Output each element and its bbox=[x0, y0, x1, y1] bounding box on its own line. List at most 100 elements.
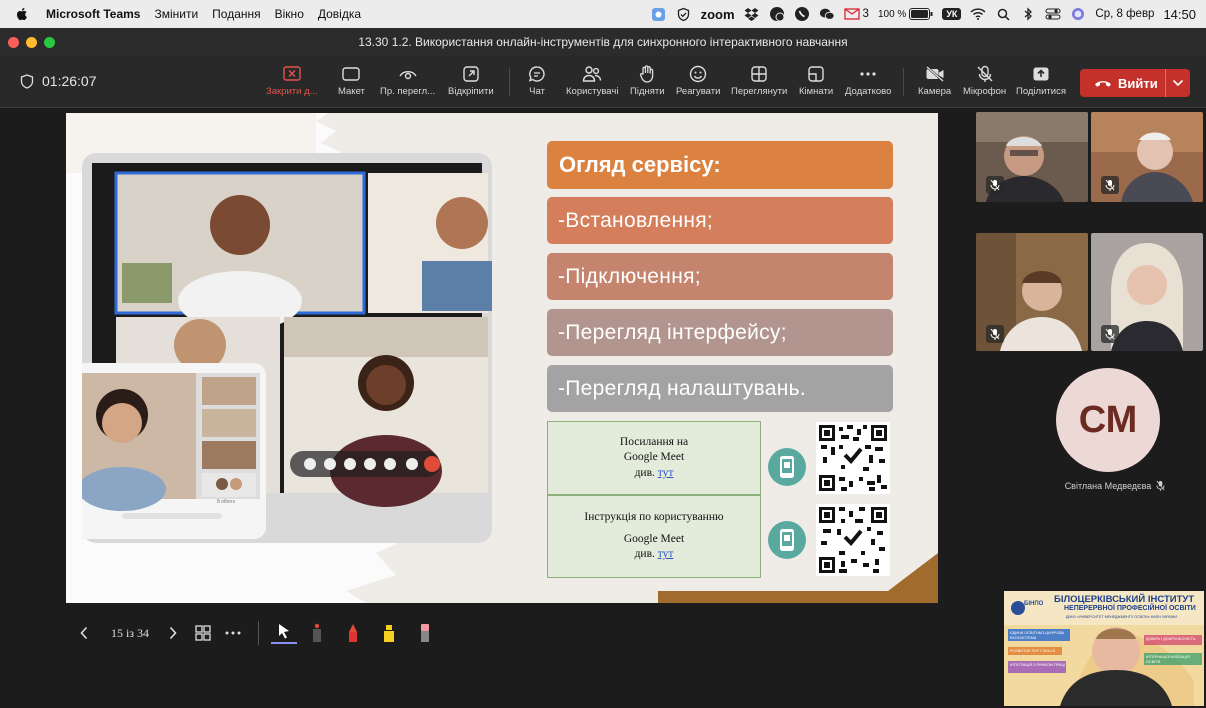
menu-help[interactable]: Довідка bbox=[318, 7, 361, 21]
menu-time[interactable]: 14:50 bbox=[1163, 7, 1196, 22]
siri-icon[interactable] bbox=[1070, 6, 1086, 22]
close-window-button[interactable] bbox=[8, 37, 19, 48]
mail-icon[interactable] bbox=[843, 6, 860, 22]
minimize-window-button[interactable] bbox=[26, 37, 37, 48]
layout-icon bbox=[342, 62, 361, 86]
chevron-right-icon bbox=[169, 626, 177, 640]
bluetooth-icon[interactable] bbox=[1020, 6, 1036, 22]
pointer-tool-button[interactable] bbox=[269, 618, 299, 648]
eraser-tool-button[interactable] bbox=[407, 623, 443, 643]
meet-link-box: Посилання на Google Meet див. тут bbox=[547, 421, 761, 495]
slide-grid-button[interactable] bbox=[188, 625, 218, 641]
toolbar-divider bbox=[903, 68, 904, 96]
viber-icon[interactable] bbox=[794, 6, 810, 22]
highlighter-icon bbox=[384, 625, 394, 642]
pen-icon bbox=[349, 624, 357, 642]
popout-icon bbox=[463, 62, 479, 86]
meet-link-line2: Google Meet bbox=[623, 451, 685, 464]
leave-options-button[interactable] bbox=[1166, 79, 1190, 87]
prev-slide-button[interactable] bbox=[66, 626, 102, 640]
banner-tag: ЄДИНА ОСВІТНЬО-ЦИФРОВА ЕКОСИСТЕМА bbox=[1010, 631, 1065, 640]
teams-window: Microsoft Teams Змінити Подання Вікно До… bbox=[0, 0, 1206, 708]
popout-button[interactable]: Відкріпити bbox=[448, 62, 494, 97]
rooms-icon bbox=[807, 62, 825, 86]
dropbox-icon[interactable] bbox=[744, 6, 760, 22]
pointer-active-underline bbox=[271, 641, 297, 644]
more-label: Додатково bbox=[845, 86, 892, 97]
raise-hand-icon bbox=[639, 62, 655, 86]
banner-tag: РОЗВИТОК SOFT SKILLS bbox=[1010, 649, 1056, 653]
wifi-icon[interactable] bbox=[970, 6, 986, 22]
zoom-status-label[interactable]: zoom bbox=[701, 7, 735, 22]
laser-pointer-tool-button[interactable] bbox=[299, 623, 335, 643]
participant-tile[interactable] bbox=[976, 112, 1088, 202]
slide-more-button[interactable] bbox=[218, 631, 248, 635]
shared-slide: 8 others Огляд сервісу: -Встановлення; -… bbox=[66, 113, 938, 603]
slide-corner-decoration bbox=[658, 553, 938, 603]
react-label: Реагувати bbox=[676, 86, 721, 97]
spotlight-search-icon[interactable] bbox=[995, 6, 1011, 22]
layout-button[interactable]: Макет bbox=[338, 62, 365, 97]
leave-button[interactable]: Вийти bbox=[1080, 69, 1190, 97]
participant-avatar[interactable]: СМ bbox=[1056, 368, 1160, 472]
more-icon bbox=[225, 631, 241, 635]
smartphone-icon bbox=[780, 456, 794, 478]
chat-button[interactable]: Чат bbox=[528, 62, 546, 97]
menu-status-area: zoom 3 100 % УК Ср, 8 февр 14:50 bbox=[651, 0, 1196, 28]
pen-tool-button[interactable] bbox=[335, 623, 371, 643]
zoom-window-button[interactable] bbox=[44, 37, 55, 48]
stop-sharing-button[interactable]: Закрити д... bbox=[266, 62, 318, 97]
participant-tile[interactable] bbox=[976, 233, 1088, 351]
muted-mic-badge bbox=[986, 325, 1004, 343]
microphone-button[interactable]: Мікрофон bbox=[963, 62, 1006, 97]
meeting-title: 13.30 1.2. Використання онлайн-інструмен… bbox=[358, 35, 848, 49]
slide-heading: Огляд сервісу: bbox=[547, 141, 893, 189]
view-label: Переглянути bbox=[731, 86, 788, 97]
more-button[interactable]: Додатково bbox=[845, 62, 891, 97]
mic-off-icon bbox=[1105, 328, 1115, 340]
menu-window[interactable]: Вікно bbox=[275, 7, 304, 21]
raise-hand-button[interactable]: Підняти bbox=[630, 62, 665, 97]
shield-icon[interactable] bbox=[676, 6, 692, 22]
people-button[interactable]: Користувачі bbox=[566, 62, 618, 97]
slide-item-interface: -Перегляд інтерфейсу; bbox=[547, 309, 893, 356]
eye-icon bbox=[398, 62, 417, 86]
muted-mic-badge bbox=[1101, 176, 1119, 194]
mic-off-icon bbox=[990, 179, 1000, 191]
apple-icon[interactable] bbox=[14, 6, 30, 22]
menu-view[interactable]: Подання bbox=[212, 7, 260, 21]
participant-tile[interactable] bbox=[1091, 233, 1203, 351]
meeting-toolbar: 01:26:07 Закрити д... Макет Пр. перегл..… bbox=[0, 56, 1206, 108]
meeting-timer: 01:26:07 bbox=[20, 73, 97, 89]
app-status-icon[interactable] bbox=[769, 6, 785, 22]
meet-link-qr-code[interactable] bbox=[816, 422, 890, 494]
slides-grid-icon bbox=[195, 625, 211, 641]
next-slide-button[interactable] bbox=[158, 626, 188, 640]
control-center-icon[interactable] bbox=[1045, 6, 1061, 22]
menu-edit[interactable]: Змінити bbox=[154, 7, 198, 21]
mic-off-icon bbox=[1156, 480, 1165, 491]
banner-title-line2: НЕПЕРЕРВНОЇ ПРОФЕСІЙНОЇ ОСВІТИ bbox=[1064, 605, 1196, 612]
camera-button[interactable]: Камера bbox=[918, 62, 951, 97]
presenter-video[interactable]: БІНПО БІЛОЦЕРКІВСЬКИЙ ІНСТИТУТ НЕПЕРЕРВН… bbox=[1004, 591, 1204, 706]
participant-tile[interactable] bbox=[1091, 112, 1203, 202]
wechat-icon[interactable] bbox=[819, 6, 835, 22]
leave-main-button[interactable]: Вийти bbox=[1080, 69, 1166, 97]
rooms-button[interactable]: Кімнати bbox=[799, 62, 833, 97]
qr-code-icon bbox=[819, 425, 887, 491]
share-button[interactable]: Поділитися bbox=[1016, 62, 1066, 97]
view-button[interactable]: Переглянути bbox=[731, 62, 787, 97]
preview-button[interactable]: Пр. перегл... bbox=[380, 62, 435, 97]
menu-app-name[interactable]: Microsoft Teams bbox=[46, 7, 140, 21]
battery-icon[interactable] bbox=[909, 6, 933, 22]
meet-link-line1: Посилання на bbox=[619, 435, 689, 448]
video-call-device-image bbox=[82, 153, 492, 543]
react-button[interactable]: Реагувати bbox=[676, 62, 720, 97]
highlighter-tool-button[interactable] bbox=[371, 623, 407, 643]
screenshot-tool-icon[interactable] bbox=[651, 6, 667, 22]
meet-link-anchor[interactable]: тут bbox=[658, 467, 674, 479]
muted-mic-badge bbox=[986, 176, 1004, 194]
chat-label: Чат bbox=[529, 86, 545, 97]
input-language-badge[interactable]: УК bbox=[942, 8, 962, 20]
menu-date[interactable]: Ср, 8 февр bbox=[1095, 8, 1154, 20]
